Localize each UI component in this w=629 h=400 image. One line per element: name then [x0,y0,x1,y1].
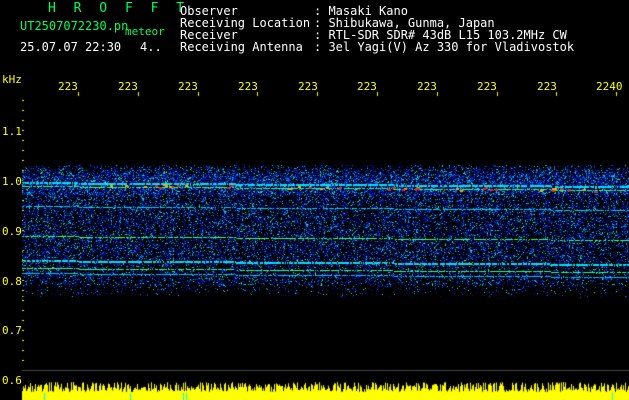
time-tick: 2240 [596,80,623,93]
info-value-antenna: : 3el Yagi(V) Az 330 for Vladivostok [314,40,575,54]
freq-tick: 0.9 [2,225,22,238]
time-tick: 223 [298,80,318,93]
freq-tick: 1.0 [2,175,22,188]
time-tick: 223 [477,80,497,93]
count-label: 4.. [140,40,162,54]
brand-title: H R O F F T [48,1,190,16]
file-name: UT2507072230.pn [20,19,129,33]
mode-label: meteor [125,25,165,38]
time-tick: 223 [417,80,437,93]
freq-tick: 1.1 [2,125,22,138]
time-tick: 223 [537,80,557,93]
freq-tick: 0.8 [2,275,22,288]
axis-unit-label: kHz [2,73,22,86]
time-tick: 223 [178,80,198,93]
date-time: 25.07.07 22:30 [20,40,122,54]
freq-tick: 0.6 [2,374,22,387]
time-tick: 223 [238,80,258,93]
time-tick: 223 [357,80,377,93]
time-tick: 223 [58,80,78,93]
time-tick: 223 [118,80,138,93]
freq-tick: 0.7 [2,324,22,337]
hrofft-window: H R O F F T UT2507072230.pn meteor 25.07… [0,0,629,400]
spectrogram-canvas [0,0,629,400]
info-label-antenna: Receiving Antenna [180,40,303,54]
